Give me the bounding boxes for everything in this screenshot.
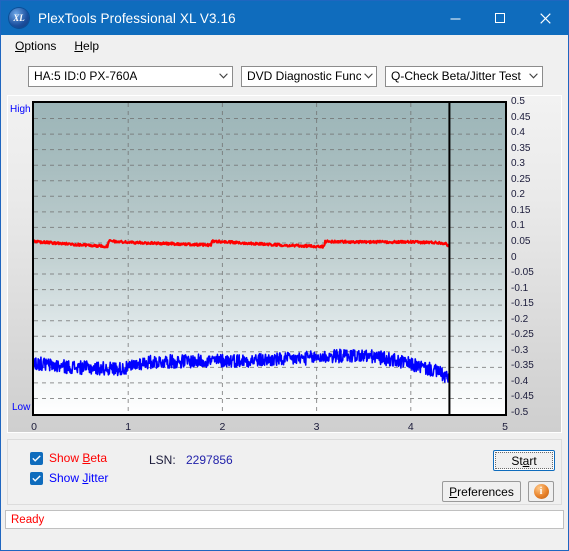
y-axis-tick-label: 0.5 [511, 96, 525, 107]
y-axis-tick-label: 0.4 [511, 127, 525, 139]
y-axis-tick-label: -0.45 [511, 391, 534, 403]
y-axis-tick-label: 0.25 [511, 173, 531, 185]
y-axis-tick-label: 0 [511, 251, 517, 263]
lsn-label: LSN: [149, 453, 176, 467]
chevron-down-icon [361, 73, 376, 79]
title-bar: XL PlexTools Professional XL V3.16 [1, 1, 568, 35]
start-button[interactable]: St a rt [493, 450, 555, 471]
x-axis-tick-label: 4 [407, 421, 414, 433]
drive-select[interactable]: HA:5 ID:0 PX-760A [28, 65, 233, 87]
chevron-down-icon [214, 73, 232, 79]
menu-item-options[interactable]: Options [9, 37, 64, 55]
close-icon[interactable] [523, 1, 568, 35]
info-button[interactable]: i [528, 481, 554, 502]
function-select[interactable]: DVD Diagnostic Functions [241, 65, 377, 87]
lsn-value: 2297856 [186, 453, 233, 467]
show-beta-checkbox[interactable] [30, 451, 43, 465]
y-axis-tick-label: 0.1 [511, 220, 525, 232]
status-text: Ready [11, 513, 45, 526]
preferences-button[interactable]: Preferences [442, 481, 521, 502]
maximize-icon[interactable] [478, 1, 523, 35]
chart-panel: High Low 0.5 0.45 0.4 0.35 0.3 0.25 0.2 0.15 0.1… [7, 95, 562, 433]
y-axis-tick-label: 0.3 [511, 158, 525, 170]
axis-label-high: High [10, 104, 31, 115]
y-axis-tick-label: 0.15 [511, 204, 531, 216]
x-axis-tick-label: 2 [219, 421, 226, 433]
info-icon: i [533, 484, 549, 499]
y-axis-tick-label: -0.3 [511, 344, 529, 356]
app-window: XL PlexTools Professional XL V3.16 Optio… [0, 0, 569, 551]
xl-app-icon: XL [9, 8, 29, 28]
window-title: PlexTools Professional XL V3.16 [38, 10, 236, 26]
plot-area [32, 101, 507, 416]
show-jitter-checkbox[interactable] [30, 471, 43, 485]
window-buttons [433, 1, 568, 35]
y-axis-tick-label: -0.05 [511, 267, 534, 279]
chart-canvas [34, 103, 505, 414]
y-axis-tick-label: 0.05 [511, 235, 531, 247]
y-axis-tick-label: 0.45 [511, 111, 531, 123]
menu-bar: Options Help [1, 35, 568, 58]
start-button-label: St a rt [495, 452, 553, 469]
y-axis-tick-label: -0.2 [511, 313, 529, 325]
show-beta-label: Show Beta [49, 451, 108, 465]
y-axis-tick-label: -0.1 [511, 282, 529, 294]
y-axis-tick-label: 0.35 [511, 142, 531, 154]
test-select[interactable]: Q-Check Beta/Jitter Test [385, 65, 543, 87]
show-jitter-label: Show Jitter [49, 471, 109, 485]
y-axis-tick-label: -0.15 [511, 298, 534, 310]
axis-label-low: Low [12, 402, 31, 413]
x-axis-tick-label: 1 [125, 421, 132, 433]
show-beta-row[interactable]: Show Beta [30, 451, 107, 465]
y-axis-tick-label: 0.2 [511, 189, 525, 201]
x-axis-tick-label: 5 [502, 421, 508, 433]
chevron-down-icon [524, 73, 542, 79]
x-axis-tick-label: 3 [313, 421, 320, 433]
selector-bar: HA:5 ID:0 PX-760A DVD Diagnostic Functio… [1, 58, 568, 91]
function-select-value: DVD Diagnostic Functions [247, 69, 362, 83]
preferences-button-label: Preferences [449, 484, 514, 499]
y-axis-tick-label: -0.25 [511, 329, 534, 341]
show-jitter-row[interactable]: Show Jitter [30, 471, 108, 485]
status-bar: Ready [5, 510, 564, 529]
x-axis-tick-label: 0 [31, 421, 37, 433]
controls-panel: Show Beta Show Jitter LSN: 2297856 St a rt… [7, 439, 562, 505]
menu-item-help[interactable]: Help [68, 37, 107, 55]
y-axis-tick-label: -0.5 [511, 407, 529, 418]
y-axis-tick-label: -0.35 [511, 360, 534, 372]
test-select-value: Q-Check Beta/Jitter Test [391, 69, 521, 83]
y-axis-tick-label: -0.4 [511, 375, 529, 387]
minimize-icon[interactable] [433, 1, 478, 35]
drive-select-value: HA:5 ID:0 PX-760A [34, 69, 138, 83]
